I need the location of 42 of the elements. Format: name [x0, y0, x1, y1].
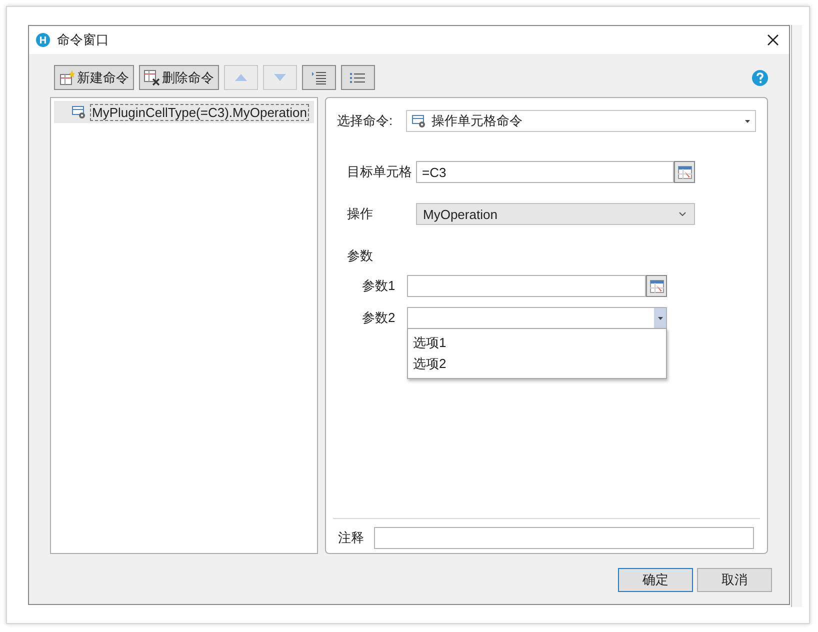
dialog-button[interactable]: 确定 [618, 568, 693, 592]
cell-picker-button[interactable] [646, 275, 667, 297]
cell-picker-button[interactable] [674, 161, 695, 183]
list-icon [350, 72, 366, 84]
command-icon [72, 106, 86, 118]
target-cell-field[interactable]: =C3 [416, 161, 674, 183]
section-label: 参数 [347, 247, 374, 265]
dialog-button[interactable]: 取消 [697, 568, 772, 592]
toolbar-icon-button[interactable] [302, 65, 336, 90]
parameter-field[interactable] [407, 275, 646, 297]
field-label: 参数2 [362, 309, 396, 327]
help-icon[interactable] [752, 70, 768, 86]
up-arrow-icon [235, 74, 247, 81]
dropdown-option[interactable]: 选项2 [408, 353, 666, 374]
field-label: 选择命令: [337, 112, 393, 130]
chevron-down-icon [679, 212, 686, 216]
toolbar-button[interactable]: 新建命令 [54, 65, 134, 90]
field-label: 参数1 [362, 277, 396, 295]
tree-item-label: MyPluginCellType(=C3).MyOperation [90, 104, 309, 120]
field-label: 目标单元格 [347, 163, 413, 181]
new-table-icon [59, 70, 75, 86]
command-icon [412, 114, 426, 128]
dropdown-arrow-icon [658, 316, 662, 320]
dropdown-option[interactable]: 选项1 [408, 332, 666, 353]
cell-picker-icon [678, 166, 692, 178]
down-arrow-icon [274, 74, 286, 81]
toolbar-button[interactable]: 删除命令 [139, 65, 219, 90]
field-label: 注释 [338, 529, 364, 547]
field-label: 操作 [347, 205, 374, 223]
delete-table-icon [144, 70, 160, 86]
dropdown-arrow-icon [745, 120, 750, 122]
tree-item[interactable]: MyPluginCellType(=C3).MyOperation [54, 101, 314, 123]
app-logo-icon [36, 33, 50, 47]
parameter-select[interactable] [407, 307, 667, 329]
command-select[interactable]: 操作单元格命令 [406, 110, 756, 132]
note-field[interactable] [374, 527, 754, 549]
toolbar-icon-button[interactable] [341, 65, 375, 90]
operation-select[interactable]: MyOperation [416, 203, 695, 225]
close-icon[interactable] [767, 34, 779, 46]
cell-picker-icon [650, 280, 664, 292]
indent-list-icon [311, 70, 327, 84]
window-title: 命令窗口 [57, 31, 109, 49]
